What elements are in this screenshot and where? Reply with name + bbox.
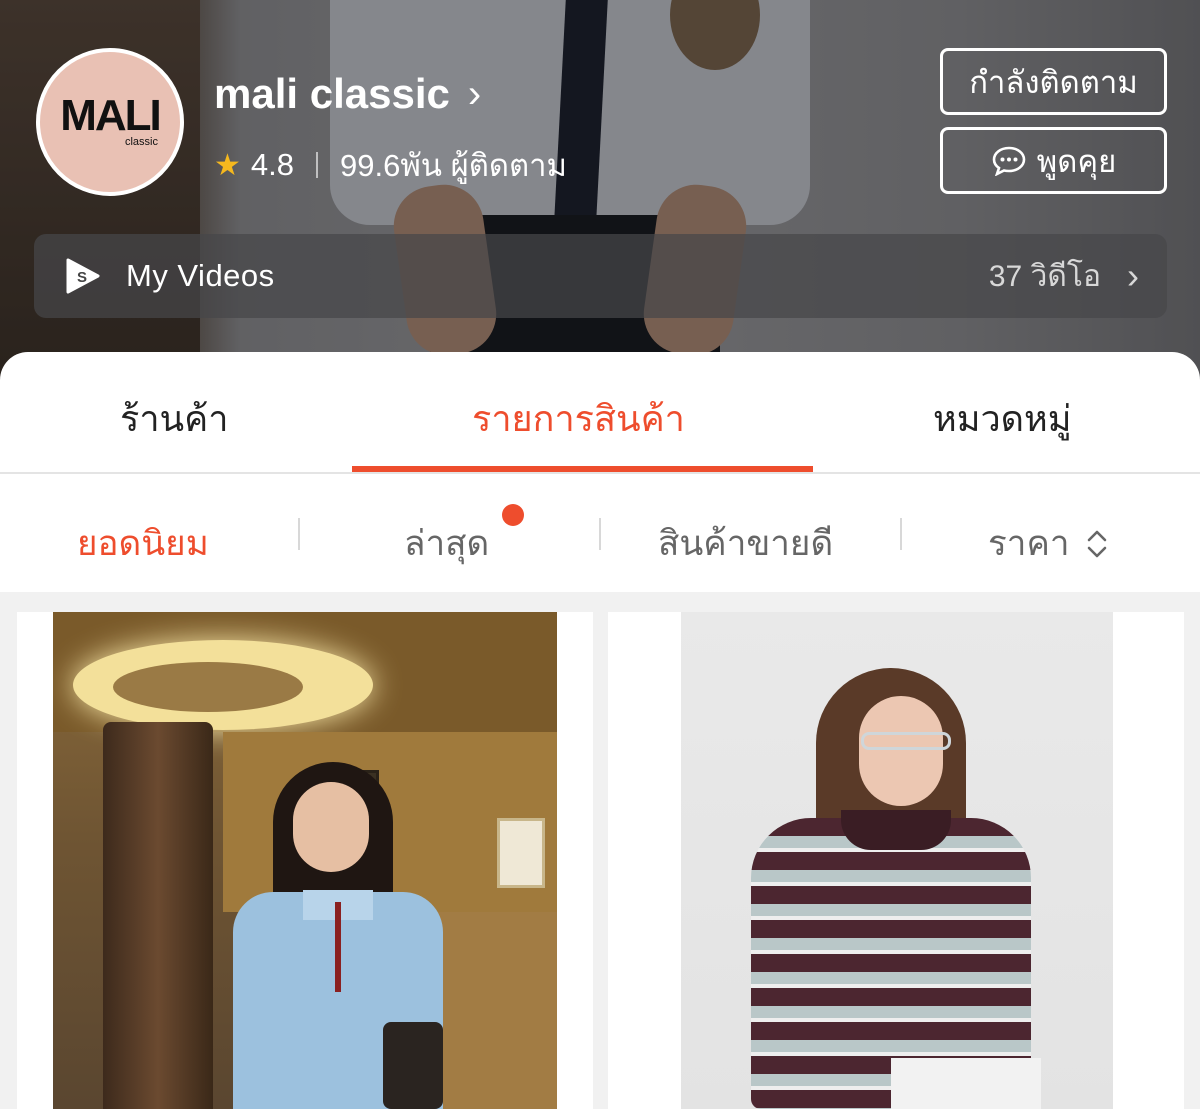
sort-divider	[298, 518, 300, 550]
sort-divider	[900, 518, 902, 550]
photo-model-face	[859, 696, 943, 806]
photo-model-skirt	[891, 1058, 1041, 1109]
new-indicator-dot	[502, 504, 524, 526]
shop-followers: 99.6พัน ผู้ติดตาม	[340, 148, 567, 183]
shop-rating: 4.8	[250, 147, 295, 182]
sort-best-selling[interactable]: สินค้าขายดี	[658, 516, 833, 571]
photo-model-bag	[383, 1022, 443, 1109]
chevron-right-icon: ›	[1127, 255, 1139, 296]
sort-divider	[599, 518, 601, 550]
svg-text:S: S	[77, 269, 87, 286]
shop-tabs: ร้านค้า รายการสินค้า หมวดหมู่	[0, 352, 1200, 474]
tab-products[interactable]: รายการสินค้า	[472, 390, 685, 447]
shop-name: mali classic	[214, 70, 450, 117]
video-count: 37 วิดีโอ	[988, 259, 1101, 293]
photo-model	[741, 668, 1041, 1109]
sort-updown-icon	[1087, 530, 1106, 557]
photo-model-glasses	[861, 732, 951, 750]
sort-bar: ยอดนิยม ล่าสุด สินค้าขายดี ราคา	[0, 476, 1200, 592]
photo-tree-trunk	[103, 722, 213, 1109]
chat-button-label: พูดคุย	[1036, 143, 1117, 179]
tab-shop[interactable]: ร้านค้า	[120, 390, 228, 447]
shop-stats: ★ 4.8 99.6พัน ผู้ติดตาม	[214, 140, 567, 190]
photo-wall-frame	[497, 818, 545, 888]
chevron-right-icon: ›	[467, 71, 482, 116]
active-tab-indicator	[352, 466, 813, 472]
shop-logo-text: MALI	[60, 91, 162, 140]
following-button[interactable]: กำลังติดตาม	[940, 48, 1167, 115]
product-card[interactable]	[608, 612, 1184, 1109]
sort-price[interactable]: ราคา	[988, 516, 1108, 571]
chat-bubble-icon	[992, 146, 1026, 176]
following-button-label: กำลังติดตาม	[969, 64, 1138, 100]
photo-model-collar	[841, 810, 951, 850]
shopee-video-icon: S	[66, 258, 100, 294]
tab-categories[interactable]: หมวดหมู่	[933, 390, 1072, 447]
photo-model	[233, 762, 443, 1109]
sort-price-label: ราคา	[988, 524, 1070, 563]
shop-content-panel: ร้านค้า รายการสินค้า หมวดหมู่ ยอดนิยม ล่…	[0, 352, 1200, 592]
my-videos-bar[interactable]: S My Videos 37 วิดีโอ ›	[34, 234, 1167, 318]
product-card[interactable]	[17, 612, 593, 1109]
product-image	[53, 612, 557, 1109]
photo-ceiling-light-center	[113, 662, 303, 712]
product-image	[681, 612, 1113, 1109]
sort-latest[interactable]: ล่าสุด	[404, 516, 489, 571]
shop-logo-subtext: classic	[124, 136, 158, 148]
my-videos-title: My Videos	[126, 258, 275, 293]
stats-divider	[316, 152, 319, 178]
shop-avatar[interactable]: MALI classic	[36, 48, 184, 196]
chat-button[interactable]: พูดคุย	[940, 127, 1167, 194]
photo-model-face	[293, 782, 369, 872]
sort-popular[interactable]: ยอดนิยม	[77, 516, 209, 571]
photo-model-ribbon	[335, 902, 341, 992]
shop-name-link[interactable]: mali classic ›	[214, 70, 481, 118]
star-icon: ★	[214, 148, 241, 182]
